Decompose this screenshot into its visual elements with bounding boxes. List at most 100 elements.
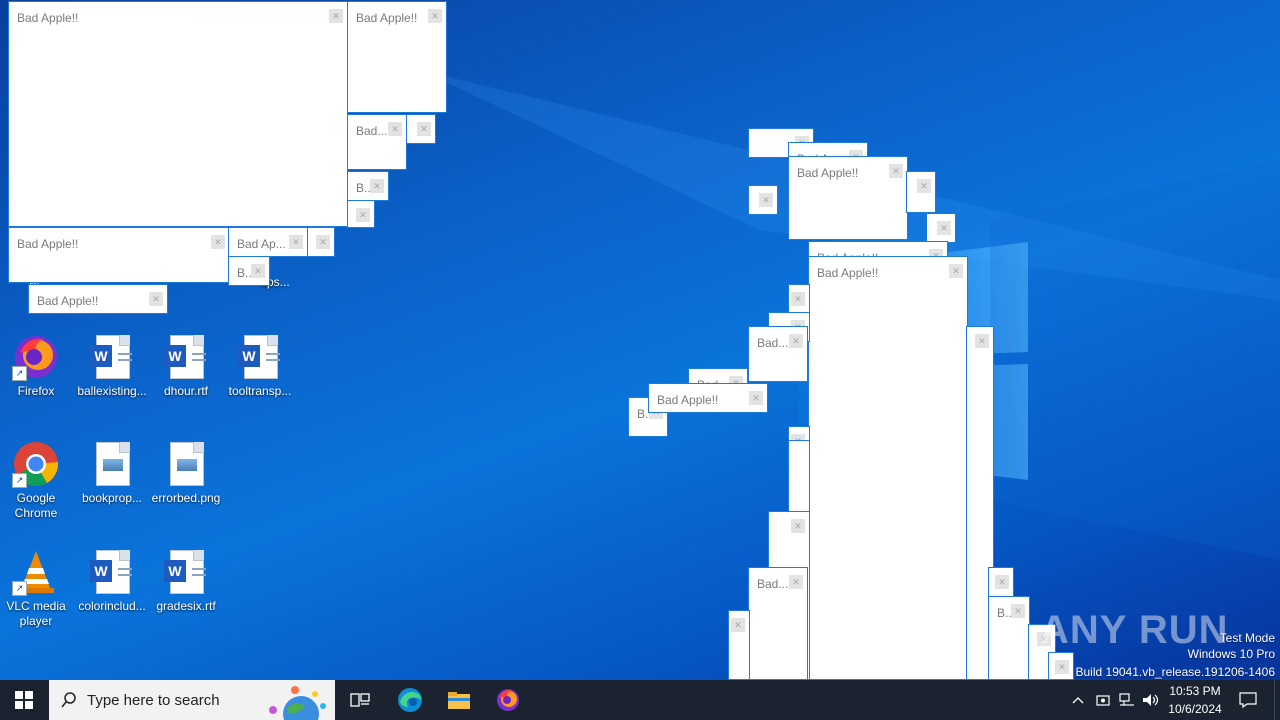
start-button[interactable] [0, 680, 48, 720]
word-document-icon: W [238, 345, 260, 367]
tray-meet-now[interactable] [1092, 680, 1114, 720]
bad-apple-window[interactable]: Bad Apple!! ✕ [347, 1, 447, 113]
close-icon[interactable]: ✕ [731, 618, 745, 632]
shortcut-arrow-icon: ↗ [12, 366, 27, 381]
bad-apple-window[interactable]: ✕ [347, 200, 375, 228]
taskbar-firefox[interactable] [484, 680, 532, 720]
close-icon[interactable]: ✕ [149, 292, 163, 306]
desktop-icon-firefox[interactable]: ↗ Firefox [0, 333, 72, 399]
chevron-up-icon [1072, 697, 1084, 704]
close-icon[interactable]: ✕ [995, 575, 1009, 589]
action-center-button[interactable] [1232, 680, 1264, 720]
clock-time: 10:53 PM [1169, 684, 1221, 698]
bad-apple-window[interactable]: Bad Apple!! ✕ [8, 1, 348, 227]
bad-apple-window[interactable]: ✕ [748, 185, 778, 215]
desktop-icon-chrome[interactable]: ↗ Google Chrome [0, 440, 72, 521]
close-icon[interactable]: ✕ [949, 264, 963, 278]
close-icon[interactable]: ✕ [251, 264, 265, 278]
window-title: Bad Apple!! [817, 266, 879, 280]
bad-apple-window[interactable]: B...✕ [988, 596, 1030, 680]
task-view-icon [350, 693, 370, 707]
close-icon[interactable]: ✕ [289, 235, 303, 249]
desktop-icon-vlc[interactable]: ↗ VLC media player [0, 548, 72, 629]
close-icon[interactable]: ✕ [1011, 604, 1025, 618]
tray-clock[interactable]: 10:53 PM 10/6/2024 [1164, 680, 1226, 720]
window-title: Bad... [356, 124, 388, 138]
bad-apple-window[interactable]: Bad Ap... ✕ [228, 227, 308, 257]
bad-apple-window[interactable]: ✕ [906, 171, 936, 213]
word-document-icon: W [164, 560, 186, 582]
close-icon[interactable]: ✕ [356, 208, 370, 222]
firefox-icon [497, 689, 519, 711]
bad-apple-window[interactable]: ✕ [926, 213, 956, 243]
window-title: Bad Apple!! [657, 393, 719, 407]
search-placeholder: Type here to search [87, 692, 220, 709]
close-icon[interactable]: ✕ [791, 292, 805, 306]
close-icon[interactable]: ✕ [417, 122, 431, 136]
shortcut-arrow-icon: ↗ [12, 473, 27, 488]
bad-apple-window[interactable]: Bad Apple!! ✕ [788, 156, 908, 240]
close-icon[interactable]: ✕ [917, 179, 931, 193]
bad-apple-window[interactable]: Bad...✕ [748, 326, 808, 382]
close-icon[interactable]: ✕ [749, 391, 763, 405]
close-icon[interactable]: ✕ [937, 221, 951, 235]
bad-apple-window[interactable]: Bad... ✕ [347, 114, 407, 170]
windows-start-icon [15, 691, 33, 709]
close-icon[interactable]: ✕ [889, 164, 903, 178]
show-hidden-icons-button[interactable] [1066, 680, 1090, 720]
folder-icon [448, 692, 470, 709]
bad-apple-window[interactable]: ✕ [406, 114, 436, 144]
desktop-icon-ballexisting[interactable]: W ballexisting... [76, 333, 148, 399]
desktop-icon-tooltransp[interactable]: W tooltransp... [224, 333, 296, 399]
tray-network[interactable] [1116, 680, 1138, 720]
close-icon[interactable]: ✕ [428, 9, 442, 23]
show-desktop-button[interactable] [1274, 680, 1280, 720]
taskbar: Type here to search 10:53 PM 10/6/2024 [0, 680, 1280, 720]
bad-apple-window[interactable]: Bad Apple!! ✕ [648, 383, 768, 413]
close-icon[interactable]: ✕ [370, 179, 384, 193]
desktop-icon-errorbed[interactable]: errorbed.png [150, 440, 222, 506]
close-icon[interactable]: ✕ [789, 575, 803, 589]
bad-apple-window[interactable]: Bad Apple!! ✕ [8, 227, 230, 283]
window-title: Bad Apple!! [37, 294, 99, 308]
window-title: Bad Apple!! [17, 237, 79, 251]
taskbar-file-explorer[interactable] [435, 680, 483, 720]
close-icon[interactable]: ✕ [759, 193, 773, 207]
bad-apple-window[interactable]: B... ✕ [228, 256, 270, 286]
volume-icon [1143, 694, 1159, 706]
test-mode-label: Test Mode [1219, 631, 1275, 645]
shortcut-arrow-icon: ↗ [12, 581, 27, 596]
close-icon[interactable]: ✕ [329, 9, 343, 23]
desktop-icon-bookprop[interactable]: bookprop... [76, 440, 148, 506]
icon-label: tooltransp... [228, 384, 292, 398]
desktop-icon-gradesix[interactable]: W gradesix.rtf [150, 548, 222, 614]
bad-apple-window[interactable]: ✕ [307, 227, 335, 257]
word-document-icon: W [90, 560, 112, 582]
tray-volume[interactable] [1140, 680, 1162, 720]
chrome-icon: ↗ [12, 440, 60, 488]
close-icon[interactable]: ✕ [789, 334, 803, 348]
icon-label: gradesix.rtf [156, 599, 216, 613]
desktop-icon-dhour[interactable]: W dhour.rtf [150, 333, 222, 399]
icon-label: errorbed.png [151, 491, 221, 505]
bad-apple-window[interactable]: ✕ [788, 284, 810, 314]
taskbar-edge[interactable] [386, 680, 434, 720]
word-document-icon: W [90, 345, 112, 367]
window-title: Bad... [757, 336, 789, 350]
bad-apple-window[interactable]: Bad Apple!! ✕ [808, 256, 968, 680]
bad-apple-window[interactable]: ✕ [988, 567, 1014, 597]
search-box[interactable]: Type here to search [49, 680, 335, 720]
desktop[interactable]: ↗ Firefox W ballexisting... W dhour.rtf … [0, 0, 1280, 680]
bad-apple-window[interactable]: Bad Apple!! ✕ [28, 284, 168, 314]
bad-apple-window[interactable]: B... ✕ [347, 171, 389, 201]
close-icon[interactable]: ✕ [975, 334, 989, 348]
close-icon[interactable]: ✕ [316, 235, 330, 249]
close-icon[interactable]: ✕ [211, 235, 225, 249]
desktop-icon-colorinclud[interactable]: W colorinclud... [76, 548, 148, 614]
close-icon[interactable]: ✕ [388, 122, 402, 136]
close-icon[interactable]: ✕ [791, 519, 805, 533]
firefox-icon: ↗ [12, 333, 60, 381]
task-view-button[interactable] [336, 680, 384, 720]
bad-apple-window[interactable]: ✕ [728, 610, 750, 680]
bad-apple-window[interactable]: Bad...✕ [748, 567, 808, 680]
